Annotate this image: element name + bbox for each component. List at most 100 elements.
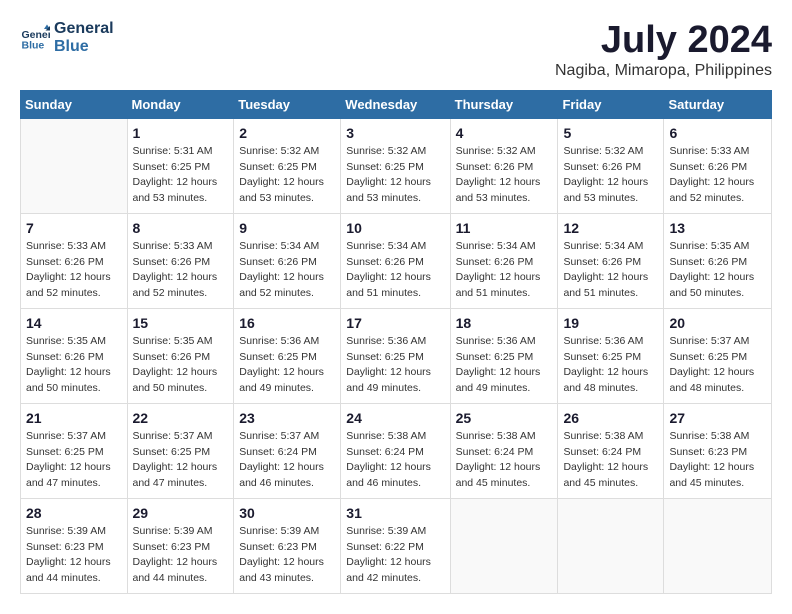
day-info: Sunrise: 5:37 AMSunset: 6:25 PMDaylight:…: [133, 429, 229, 492]
day-info-line: Daylight: 12 hours: [133, 555, 229, 571]
day-info-line: Sunset: 6:25 PM: [133, 160, 229, 176]
day-cell: 29Sunrise: 5:39 AMSunset: 6:23 PMDayligh…: [127, 498, 234, 593]
day-info: Sunrise: 5:38 AMSunset: 6:24 PMDaylight:…: [563, 429, 658, 492]
day-info: Sunrise: 5:36 AMSunset: 6:25 PMDaylight:…: [563, 334, 658, 397]
day-info-line: Daylight: 12 hours: [563, 270, 658, 286]
day-info-line: Daylight: 12 hours: [346, 270, 444, 286]
day-info: Sunrise: 5:32 AMSunset: 6:26 PMDaylight:…: [456, 144, 553, 207]
day-info-line: and 51 minutes.: [456, 286, 553, 302]
day-cell: 9Sunrise: 5:34 AMSunset: 6:26 PMDaylight…: [234, 213, 341, 308]
day-info: Sunrise: 5:34 AMSunset: 6:26 PMDaylight:…: [239, 239, 335, 302]
day-info: Sunrise: 5:32 AMSunset: 6:25 PMDaylight:…: [239, 144, 335, 207]
day-info-line: and 53 minutes.: [456, 191, 553, 207]
day-info-line: Sunrise: 5:34 AM: [563, 239, 658, 255]
day-info-line: Sunrise: 5:35 AM: [669, 239, 766, 255]
day-info-line: Sunrise: 5:37 AM: [26, 429, 122, 445]
day-info-line: and 47 minutes.: [26, 476, 122, 492]
day-info-line: Sunset: 6:25 PM: [239, 350, 335, 366]
day-cell: 6Sunrise: 5:33 AMSunset: 6:26 PMDaylight…: [664, 118, 772, 213]
day-info-line: Daylight: 12 hours: [239, 460, 335, 476]
day-info-line: and 45 minutes.: [669, 476, 766, 492]
day-number: 20: [669, 315, 766, 331]
day-number: 28: [26, 505, 122, 521]
day-info-line: and 46 minutes.: [346, 476, 444, 492]
day-info-line: Daylight: 12 hours: [456, 460, 553, 476]
day-info-line: Sunset: 6:24 PM: [563, 445, 658, 461]
week-row-1: 1Sunrise: 5:31 AMSunset: 6:25 PMDaylight…: [21, 118, 772, 213]
day-info-line: Daylight: 12 hours: [563, 175, 658, 191]
day-info-line: Daylight: 12 hours: [133, 270, 229, 286]
day-info: Sunrise: 5:38 AMSunset: 6:23 PMDaylight:…: [669, 429, 766, 492]
day-info-line: Sunset: 6:26 PM: [26, 255, 122, 271]
logo: General Blue General Blue: [20, 20, 114, 55]
header-cell-saturday: Saturday: [664, 90, 772, 118]
day-cell: 20Sunrise: 5:37 AMSunset: 6:25 PMDayligh…: [664, 308, 772, 403]
day-number: 31: [346, 505, 444, 521]
day-cell: 3Sunrise: 5:32 AMSunset: 6:25 PMDaylight…: [341, 118, 450, 213]
title-section: July 2024 Nagiba, Mimaropa, Philippines: [555, 20, 772, 80]
day-info-line: Daylight: 12 hours: [456, 175, 553, 191]
day-info-line: and 50 minutes.: [669, 286, 766, 302]
day-info-line: Daylight: 12 hours: [239, 175, 335, 191]
day-info-line: Sunset: 6:23 PM: [669, 445, 766, 461]
day-cell: 28Sunrise: 5:39 AMSunset: 6:23 PMDayligh…: [21, 498, 128, 593]
day-info-line: Sunrise: 5:33 AM: [133, 239, 229, 255]
day-cell: 4 Sunrise: 5:32 AMSunset: 6:26 PMDaylight…: [450, 118, 558, 213]
day-info-line: Sunrise: 5:36 AM: [456, 334, 553, 350]
day-info-line: Sunset: 6:24 PM: [346, 445, 444, 461]
day-info: Sunrise: 5:32 AMSunset: 6:25 PMDaylight:…: [346, 144, 444, 207]
day-info-line: Sunset: 6:25 PM: [669, 350, 766, 366]
day-number: 16: [239, 315, 335, 331]
day-info-line: Sunrise: 5:34 AM: [456, 239, 553, 255]
day-cell: 12Sunrise: 5:34 AMSunset: 6:26 PMDayligh…: [558, 213, 664, 308]
day-cell: 13Sunrise: 5:35 AMSunset: 6:26 PMDayligh…: [664, 213, 772, 308]
header-cell-sunday: Sunday: [21, 90, 128, 118]
day-info: Sunrise: 5:39 AMSunset: 6:22 PMDaylight:…: [346, 524, 444, 587]
day-info-line: Daylight: 12 hours: [456, 270, 553, 286]
day-cell: 16Sunrise: 5:36 AMSunset: 6:25 PMDayligh…: [234, 308, 341, 403]
day-info-line: Sunrise: 5:36 AM: [239, 334, 335, 350]
day-info-line: and 53 minutes.: [133, 191, 229, 207]
day-info-line: Sunrise: 5:32 AM: [239, 144, 335, 160]
day-info-line: Daylight: 12 hours: [669, 270, 766, 286]
day-info: Sunrise: 5:38 AMSunset: 6:24 PMDaylight:…: [456, 429, 553, 492]
logo-line1: General: [54, 20, 114, 38]
day-info: Sunrise: 5:35 AMSunset: 6:26 PMDaylight:…: [26, 334, 122, 397]
day-info-line: and 49 minutes.: [239, 381, 335, 397]
day-info-line: and 52 minutes.: [26, 286, 122, 302]
day-cell: 1Sunrise: 5:31 AMSunset: 6:25 PMDaylight…: [127, 118, 234, 213]
day-number: 27: [669, 410, 766, 426]
day-info-line: Sunset: 6:26 PM: [456, 255, 553, 271]
day-info-line: and 52 minutes.: [669, 191, 766, 207]
day-info-line: Sunset: 6:26 PM: [563, 160, 658, 176]
day-info-line: Daylight: 12 hours: [563, 365, 658, 381]
day-number: 10: [346, 220, 444, 236]
week-row-4: 21Sunrise: 5:37 AMSunset: 6:25 PMDayligh…: [21, 403, 772, 498]
day-cell: 22Sunrise: 5:37 AMSunset: 6:25 PMDayligh…: [127, 403, 234, 498]
day-info-line: Sunset: 6:26 PM: [239, 255, 335, 271]
day-info: Sunrise: 5:37 AMSunset: 6:25 PMDaylight:…: [26, 429, 122, 492]
day-cell: 26Sunrise: 5:38 AMSunset: 6:24 PMDayligh…: [558, 403, 664, 498]
day-info-line: Daylight: 12 hours: [133, 175, 229, 191]
day-info-line: Daylight: 12 hours: [346, 365, 444, 381]
day-info-line: Sunrise: 5:35 AM: [133, 334, 229, 350]
day-info-line: and 45 minutes.: [563, 476, 658, 492]
day-info-line: Sunrise: 5:37 AM: [133, 429, 229, 445]
day-info-line: and 42 minutes.: [346, 571, 444, 587]
day-cell: 21Sunrise: 5:37 AMSunset: 6:25 PMDayligh…: [21, 403, 128, 498]
day-info-line: Sunset: 6:26 PM: [133, 255, 229, 271]
day-info-line: Daylight: 12 hours: [669, 365, 766, 381]
day-number: 17: [346, 315, 444, 331]
day-info-line: and 53 minutes.: [346, 191, 444, 207]
day-info-line: and 50 minutes.: [26, 381, 122, 397]
day-info: Sunrise: 5:39 AMSunset: 6:23 PMDaylight:…: [239, 524, 335, 587]
day-info-line: Sunset: 6:26 PM: [133, 350, 229, 366]
day-info-line: Daylight: 12 hours: [26, 460, 122, 476]
day-cell: 30Sunrise: 5:39 AMSunset: 6:23 PMDayligh…: [234, 498, 341, 593]
day-number: 4: [456, 125, 553, 141]
day-info-line: Daylight: 12 hours: [346, 555, 444, 571]
day-cell: 19Sunrise: 5:36 AMSunset: 6:25 PMDayligh…: [558, 308, 664, 403]
day-info-line: and 48 minutes.: [669, 381, 766, 397]
day-cell: 17Sunrise: 5:36 AMSunset: 6:25 PMDayligh…: [341, 308, 450, 403]
day-info-line: and 49 minutes.: [346, 381, 444, 397]
